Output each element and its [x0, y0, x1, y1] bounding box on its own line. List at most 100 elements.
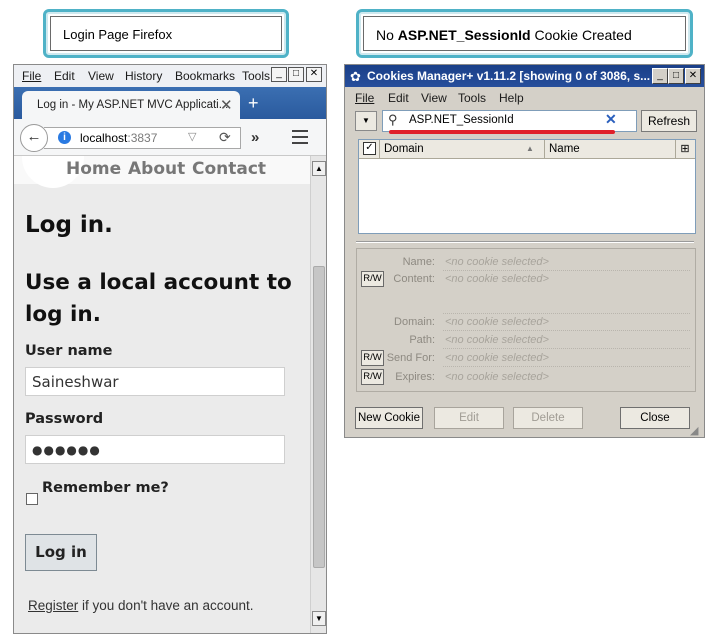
register-line: Register if you don't have an account. — [28, 598, 253, 613]
ff-menu-history[interactable]: History — [125, 69, 162, 83]
scroll-up-icon[interactable]: ▲ — [312, 161, 326, 176]
close-button[interactable]: Close — [620, 407, 690, 429]
cookie-table-header: ✓ Domain ▲ Name ⊞ — [359, 140, 695, 159]
resize-grip-icon[interactable]: ◢ — [690, 424, 698, 437]
firefox-window: File Edit View History Bookmarks Tools _… — [13, 64, 327, 634]
password-label: Password — [25, 411, 104, 427]
edit-button[interactable]: Edit — [434, 407, 504, 429]
check-column[interactable]: ✓ — [359, 140, 380, 158]
ff-tab-title: Log in - My ASP.NET MVC Applicati... — [37, 99, 229, 111]
cm-close-button[interactable]: ✕ — [685, 68, 701, 84]
detail-name-label: Name: — [402, 256, 435, 268]
detail-domain-value: <no cookie selected> — [445, 316, 549, 328]
ff-tabstrip: Log in - My ASP.NET MVC Applicati... ✕ + — [14, 87, 326, 119]
search-value: ASP.NET_SessionId — [409, 114, 514, 126]
url-text: localhost:3837 — [80, 131, 158, 145]
detail-expires-label: Expires: — [395, 371, 435, 383]
ff-maximize-button[interactable]: □ — [288, 67, 304, 82]
column-picker-icon[interactable]: ⊞ — [676, 140, 694, 158]
back-arrow-icon[interactable]: ← — [20, 124, 48, 152]
new-tab-icon[interactable]: + — [248, 93, 259, 114]
ff-menu-view[interactable]: View — [88, 69, 114, 83]
username-field[interactable]: Saineshwar — [25, 367, 285, 396]
nav-contact-link[interactable]: Contact — [192, 159, 266, 179]
cookies-manager-window: ✿ Cookies Manager+ v1.11.2 [showing 0 of… — [344, 64, 705, 438]
ff-menu-tools[interactable]: Tools — [242, 69, 270, 83]
search-icon: ⚲ — [388, 112, 398, 127]
cm-menu-tools[interactable]: Tools — [458, 91, 486, 105]
cookie-table[interactable]: ✓ Domain ▲ Name ⊞ — [358, 139, 696, 234]
register-suffix: if you don't have an account. — [78, 598, 254, 613]
detail-sendfor-value: <no cookie selected> — [445, 352, 549, 364]
cookie-details-panel: Name: <no cookie selected> R/W Content: … — [356, 248, 696, 392]
overflow-chevron-icon[interactable]: » — [251, 129, 259, 146]
ff-page-content: Home About Contact Log in. Use a local a… — [14, 156, 310, 633]
red-underline-annotation — [389, 130, 615, 134]
detail-path-label: Path: — [409, 334, 435, 346]
cm-menu-file[interactable]: File — [355, 91, 374, 105]
detail-expires-value: <no cookie selected> — [445, 371, 549, 383]
cookie-search-input[interactable]: ⚲ ASP.NET_SessionId ✕ ▼ — [382, 110, 672, 132]
username-label: User name — [25, 343, 113, 359]
register-link[interactable]: Register — [28, 598, 78, 613]
cookie-icon: ✿ — [350, 69, 361, 84]
detail-content-value: <no cookie selected> — [445, 273, 549, 285]
ff-tab-active[interactable]: Log in - My ASP.NET MVC Applicati... ✕ — [22, 91, 240, 119]
checkbox-icon[interactable]: ✓ — [363, 142, 376, 155]
detail-separator — [443, 330, 690, 332]
callout-inner: Login Page Firefox — [50, 16, 282, 51]
delete-button[interactable]: Delete — [513, 407, 583, 429]
vertical-scrollbar[interactable]: ▲ ▼ — [310, 156, 326, 633]
callout-no-cookie: No ASP.NET_SessionId Cookie Created — [356, 9, 693, 58]
cm-title: Cookies Manager+ v1.11.2 [showing 0 of 3… — [367, 69, 651, 83]
refresh-button[interactable]: Refresh — [641, 110, 697, 132]
clear-icon[interactable]: ✕ — [605, 111, 617, 128]
callout-prefix: No — [376, 27, 398, 43]
callout-suffix: Cookie Created — [530, 27, 632, 43]
callout-inner: No ASP.NET_SessionId Cookie Created — [363, 16, 686, 51]
ff-menu-bookmarks[interactable]: Bookmarks — [175, 69, 235, 83]
cm-maximize-button[interactable]: □ — [668, 68, 684, 84]
ff-menu-edit[interactable]: Edit — [54, 69, 75, 83]
ff-close-button[interactable]: ✕ — [306, 67, 322, 82]
detail-separator — [443, 348, 690, 350]
divider — [356, 241, 694, 243]
detail-sendfor-label: Send For: — [386, 352, 435, 364]
cm-minimize-button[interactable]: _ — [652, 68, 668, 84]
sort-ascending-icon: ▲ — [526, 144, 534, 153]
hamburger-menu-icon[interactable] — [290, 126, 312, 148]
callout-login-page: Login Page Firefox — [43, 9, 289, 58]
site-header: Home About Contact — [14, 156, 310, 188]
scroll-down-icon[interactable]: ▼ — [312, 611, 326, 626]
detail-name-value: <no cookie selected> — [445, 256, 549, 268]
new-cookie-button[interactable]: New Cookie — [355, 407, 423, 429]
ff-menubar: File Edit View History Bookmarks Tools _… — [14, 65, 326, 87]
remember-me-checkbox[interactable] — [26, 493, 38, 505]
password-field[interactable]: ●●●●●● — [25, 435, 285, 464]
detail-path-value: <no cookie selected> — [445, 334, 549, 346]
close-icon[interactable]: ✕ — [220, 96, 233, 114]
ff-navbar: i localhost:3837 ▽ ⟳ ← » — [14, 119, 326, 156]
column-name[interactable]: Name — [545, 140, 676, 158]
page-title: Log in. — [25, 212, 113, 238]
column-domain[interactable]: Domain ▲ — [380, 140, 545, 158]
url-dropdown-icon[interactable]: ▽ — [188, 130, 196, 143]
login-button[interactable]: Log in — [25, 534, 97, 571]
cm-menu-help[interactable]: Help — [499, 91, 524, 105]
dropdown-arrow-icon[interactable]: ▼ — [355, 111, 377, 131]
url-bar[interactable]: i localhost:3837 ▽ ⟳ — [44, 127, 241, 149]
cm-menubar: File Edit View Tools Help — [345, 87, 704, 107]
detail-separator — [443, 270, 690, 272]
reload-icon[interactable]: ⟳ — [219, 129, 231, 146]
scroll-thumb[interactable] — [313, 266, 325, 568]
nav-about-link[interactable]: About — [128, 159, 185, 179]
ff-menu-file[interactable]: File — [22, 69, 41, 83]
ff-minimize-button[interactable]: _ — [271, 67, 287, 82]
nav-home-link[interactable]: Home — [66, 159, 121, 179]
info-icon[interactable]: i — [58, 131, 71, 144]
cm-menu-edit[interactable]: Edit — [388, 91, 409, 105]
callout-bold: ASP.NET_SessionId — [397, 27, 531, 43]
detail-separator — [443, 313, 690, 315]
detail-domain-label: Domain: — [394, 316, 435, 328]
cm-menu-view[interactable]: View — [421, 91, 447, 105]
